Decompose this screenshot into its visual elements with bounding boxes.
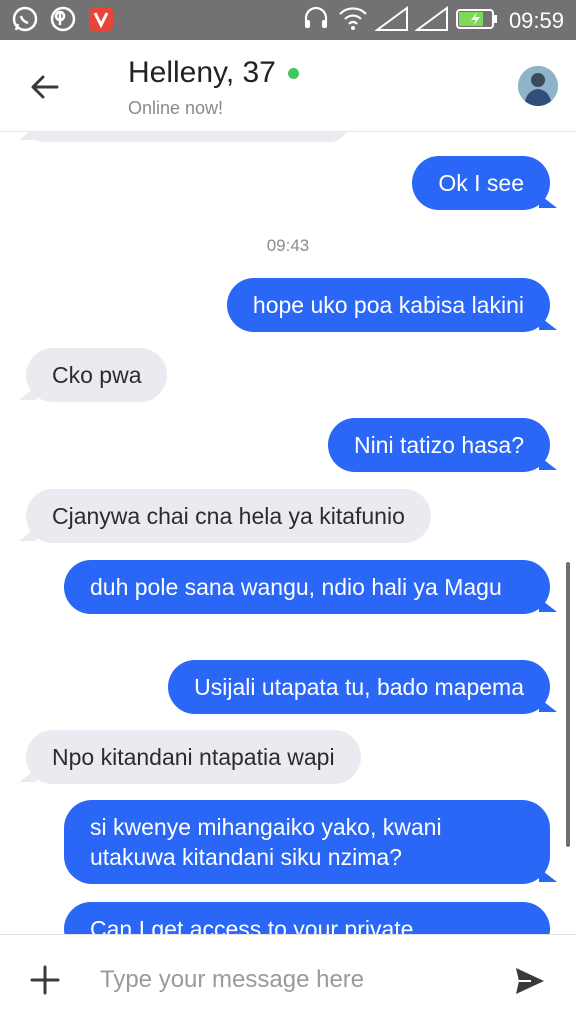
attach-button[interactable] (24, 959, 66, 1001)
wifi-icon (337, 4, 369, 37)
message-composer (0, 934, 576, 1024)
headset-icon (301, 4, 331, 37)
message-bubble-incoming: Npo kitandani ntapatia wapi (26, 730, 361, 784)
signal-icon (413, 4, 449, 37)
message-bubble-outgoing: duh pole sana wangu, ndio hali ya Magu (64, 560, 550, 614)
send-icon (516, 968, 544, 994)
chat-header: Helleny, 37 Online now! (0, 40, 576, 132)
message-bubble-incoming (26, 132, 348, 142)
message-bubble-outgoing: Usijali utapata tu, bado mapema (168, 660, 550, 714)
message-bubble-outgoing: si kwenye mihangaiko yako, kwani utakuwa… (64, 800, 550, 884)
b-app-icon (48, 4, 78, 34)
message-bubble-incoming: Cko pwa (26, 348, 168, 402)
profile-photo (518, 66, 558, 106)
message-bubble-outgoing: Ok I see (412, 156, 550, 210)
back-button[interactable] (22, 64, 68, 110)
online-status-dot (287, 67, 299, 79)
message-bubble-outgoing: hope uko poa kabisa lakini (226, 278, 550, 332)
message-bubble-outgoing: Nini tatizo hasa? (327, 418, 550, 472)
message-input[interactable] (100, 957, 480, 1003)
message-timestamp: 09:43 (266, 236, 310, 255)
contact-name: Helleny, 37 (128, 56, 276, 89)
signal-icon (373, 4, 409, 37)
clock: 09:59 (508, 7, 564, 33)
notification-icons (10, 4, 116, 34)
message-bubble-incoming: Cjanywa chai cna hela ya kitafunio (26, 489, 431, 543)
avatar[interactable] (518, 66, 558, 106)
status-bar: 09:59 (0, 0, 576, 40)
message-list[interactable]: Ok I see 09:43 hope uko poa kabisa lakin… (0, 132, 576, 934)
send-button[interactable] (510, 961, 550, 1001)
online-status-text: Online now! (128, 98, 224, 118)
scrollbar[interactable] (566, 562, 570, 847)
battery-charging-icon (455, 4, 499, 37)
plus-icon (30, 965, 60, 995)
system-icons: 09:59 (301, 4, 564, 37)
whatsapp-icon (10, 4, 40, 34)
message-bubble-outgoing: Can I get access to your private (64, 902, 550, 934)
arrow-left-icon (31, 75, 59, 99)
contact-name-row[interactable]: Helleny, 37 (128, 56, 299, 90)
vidmate-icon (86, 4, 116, 34)
